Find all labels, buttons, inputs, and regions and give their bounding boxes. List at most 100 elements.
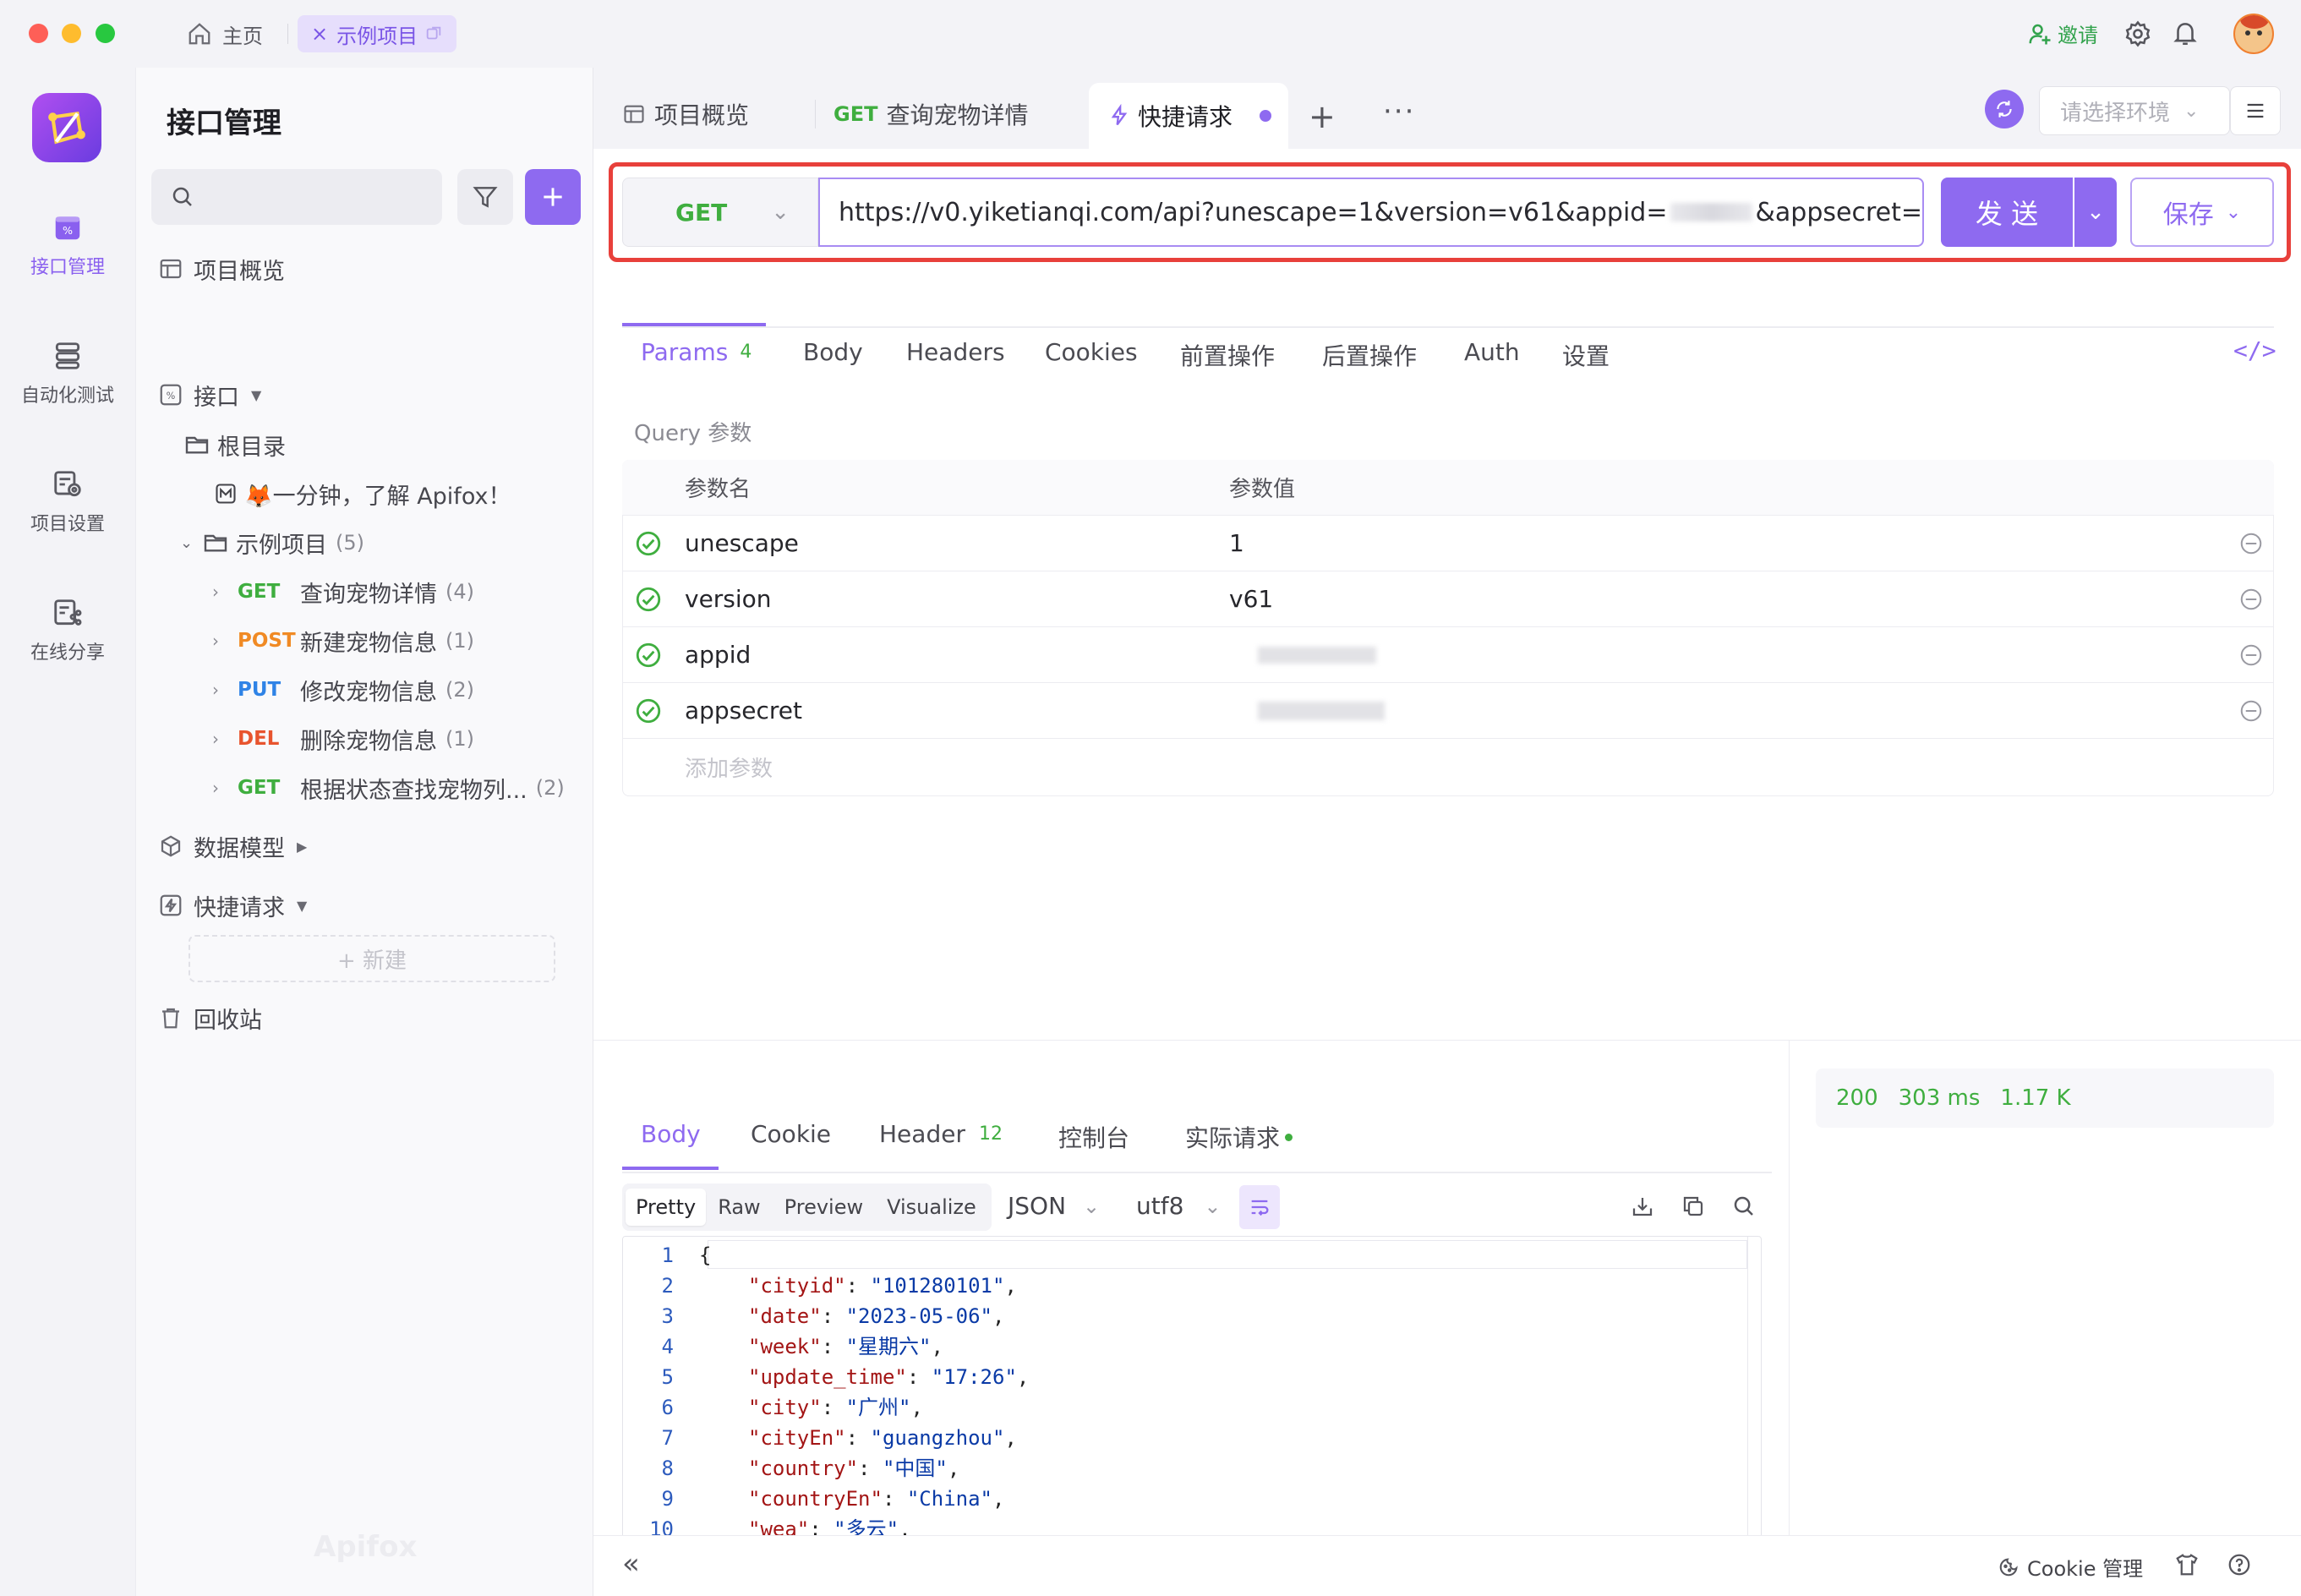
chevron-right-icon[interactable]: › — [212, 680, 238, 700]
help-icon[interactable] — [2227, 1552, 2252, 1577]
view-mode-raw[interactable]: Raw — [706, 1189, 772, 1226]
search-icon[interactable] — [1731, 1194, 1757, 1219]
close-tab-icon[interactable]: × — [311, 22, 328, 46]
view-mode-pretty[interactable]: Pretty — [626, 1189, 707, 1226]
tree-api-item[interactable]: › GET 查询宠物详情 (4) — [212, 571, 474, 613]
subtab-settings[interactable]: 设置 — [1562, 338, 1610, 372]
subtab-post-ops[interactable]: 后置操作 — [1322, 338, 1417, 372]
download-icon[interactable] — [1630, 1194, 1655, 1219]
avatar[interactable] — [2233, 14, 2274, 54]
editor-scrollbar-track[interactable] — [1747, 1237, 1748, 1578]
tree-api-item[interactable]: › GET 根据状态查找宠物列... (2) — [212, 767, 565, 809]
search-input[interactable] — [151, 169, 442, 225]
view-mode-preview[interactable]: Preview — [773, 1189, 875, 1226]
caret-down-icon[interactable]: ▼ — [251, 387, 261, 403]
subtab-params[interactable]: Params 4 — [641, 338, 752, 366]
collapse-sidebar-icon[interactable]: « — [622, 1547, 640, 1581]
redacted-param-value[interactable] — [1258, 701, 1385, 720]
param-value[interactable]: v61 — [1229, 585, 1273, 613]
remove-circle-icon[interactable] — [2238, 587, 2264, 612]
tree-api-item[interactable]: › POST 新建宠物信息 (1) — [212, 620, 474, 662]
tab-query-pet[interactable]: GET 查询宠物详情 — [833, 85, 1028, 144]
send-options-button[interactable]: ⌄ — [2074, 178, 2117, 247]
sidebar-item-quick-request[interactable]: 快捷请求 ▼ — [158, 884, 307, 926]
rail-item-api-management[interactable]: % 接口管理 — [0, 194, 135, 296]
new-quick-request-button[interactable]: + 新建 — [189, 935, 555, 982]
add-param-row[interactable]: 添加参数 — [622, 739, 2274, 795]
response-tab-body[interactable]: Body — [641, 1120, 701, 1148]
chevron-right-icon[interactable]: › — [212, 778, 238, 798]
subtab-auth[interactable]: Auth — [1464, 338, 1520, 366]
view-mode-visualize[interactable]: Visualize — [875, 1189, 988, 1226]
param-name[interactable]: appsecret — [685, 697, 802, 724]
bell-icon[interactable] — [2171, 19, 2200, 47]
remove-circle-icon[interactable] — [2238, 698, 2264, 724]
param-name[interactable]: appid — [685, 641, 751, 669]
save-button[interactable]: 保存 ⌄ — [2130, 178, 2274, 247]
add-tab-button[interactable]: + — [1309, 98, 1336, 135]
response-body-editor[interactable]: 1{2 "cityid": "101280101", 3 "date": "2023-… — [622, 1236, 1762, 1579]
subtab-pre-ops[interactable]: 前置操作 — [1180, 338, 1275, 372]
send-button[interactable]: 发 送 — [1941, 178, 2073, 247]
remove-circle-icon[interactable] — [2238, 642, 2264, 668]
redacted-param-value[interactable] — [1258, 646, 1376, 664]
check-circle-icon[interactable] — [634, 529, 663, 558]
tree-folder-example[interactable]: ⌄ 示例项目 (5) — [180, 522, 364, 564]
check-circle-icon[interactable] — [634, 585, 663, 614]
response-tab-actual-request[interactable]: 实际请求 — [1185, 1120, 1293, 1154]
more-tabs-button[interactable]: ··· — [1383, 95, 1415, 128]
tree-item-intro-doc[interactable]: 🦊一分钟，了解 Apifox！ — [214, 473, 511, 515]
sidebar-item-overview[interactable]: 项目概览 — [158, 248, 285, 290]
chevron-right-icon[interactable]: › — [212, 582, 238, 602]
check-circle-icon[interactable] — [634, 697, 663, 725]
tab-project-overview[interactable]: 项目概览 — [622, 85, 749, 144]
encoding-select[interactable]: utf8 ⌄ — [1136, 1192, 1222, 1220]
maximize-window-button[interactable] — [96, 24, 115, 43]
wrap-toggle-button[interactable] — [1239, 1185, 1280, 1229]
rail-item-automation[interactable]: 自动化测试 — [0, 323, 135, 424]
add-param-placeholder[interactable]: 添加参数 — [685, 752, 773, 783]
subtab-cookies[interactable]: Cookies — [1045, 338, 1138, 366]
menu-button[interactable] — [2230, 86, 2281, 135]
method-select[interactable]: GET ⌄ — [622, 178, 818, 247]
env-sync-button[interactable] — [1985, 90, 2024, 128]
code-snippet-icon[interactable]: </> — [2233, 336, 2276, 364]
param-name[interactable]: unescape — [685, 529, 799, 557]
response-tab-header[interactable]: Header 12 — [879, 1120, 1003, 1148]
caret-right-icon[interactable]: ▶ — [297, 839, 307, 855]
url-input[interactable]: https://v0.yiketianqi.com/api?unescape=1… — [818, 178, 1924, 247]
param-name[interactable]: version — [685, 585, 772, 613]
tree-api-item[interactable]: › PUT 修改宠物信息 (2) — [212, 669, 474, 711]
minimize-window-button[interactable] — [62, 24, 81, 43]
rail-item-project-settings[interactable]: 项目设置 — [0, 451, 135, 553]
sidebar-item-recycle[interactable]: 回收站 — [158, 997, 262, 1039]
invite-button[interactable]: 邀请 — [2027, 19, 2098, 48]
tree-root-folder[interactable]: 根目录 — [183, 424, 286, 466]
project-tab[interactable]: × 示例项目 — [298, 15, 457, 52]
response-tab-console[interactable]: 控制台 — [1058, 1120, 1129, 1154]
copy-icon[interactable] — [1681, 1194, 1706, 1219]
environment-select[interactable]: 请选择环境 ⌄ — [2039, 86, 2230, 135]
shirt-icon[interactable] — [2174, 1552, 2200, 1577]
subtab-headers[interactable]: Headers — [906, 338, 1005, 366]
home-tab[interactable]: 主页 — [173, 15, 276, 52]
response-tab-cookie[interactable]: Cookie — [751, 1120, 831, 1148]
chevron-down-icon[interactable]: ⌄ — [180, 534, 202, 552]
close-window-button[interactable] — [29, 24, 48, 43]
check-circle-icon[interactable] — [634, 641, 663, 670]
caret-down-icon[interactable]: ▼ — [297, 898, 307, 914]
tree-api-item[interactable]: › DEL 删除宠物信息 (1) — [212, 718, 474, 760]
param-value[interactable]: 1 — [1229, 529, 1244, 557]
sidebar-item-interfaces[interactable]: % 接口 ▼ — [158, 374, 261, 416]
rail-item-online-share[interactable]: 在线分享 — [0, 580, 135, 681]
chevron-right-icon[interactable]: › — [212, 631, 238, 651]
external-link-icon[interactable] — [424, 25, 443, 43]
subtab-body[interactable]: Body — [803, 338, 863, 366]
gear-icon[interactable] — [2123, 19, 2152, 48]
filter-button[interactable] — [457, 169, 513, 225]
format-select[interactable]: JSON ⌄ — [1008, 1192, 1100, 1220]
tab-quick-request[interactable]: 快捷请求 — [1089, 83, 1288, 149]
chevron-right-icon[interactable]: › — [212, 729, 238, 749]
remove-circle-icon[interactable] — [2238, 531, 2264, 556]
sidebar-item-data-models[interactable]: 数据模型 ▶ — [158, 825, 307, 867]
